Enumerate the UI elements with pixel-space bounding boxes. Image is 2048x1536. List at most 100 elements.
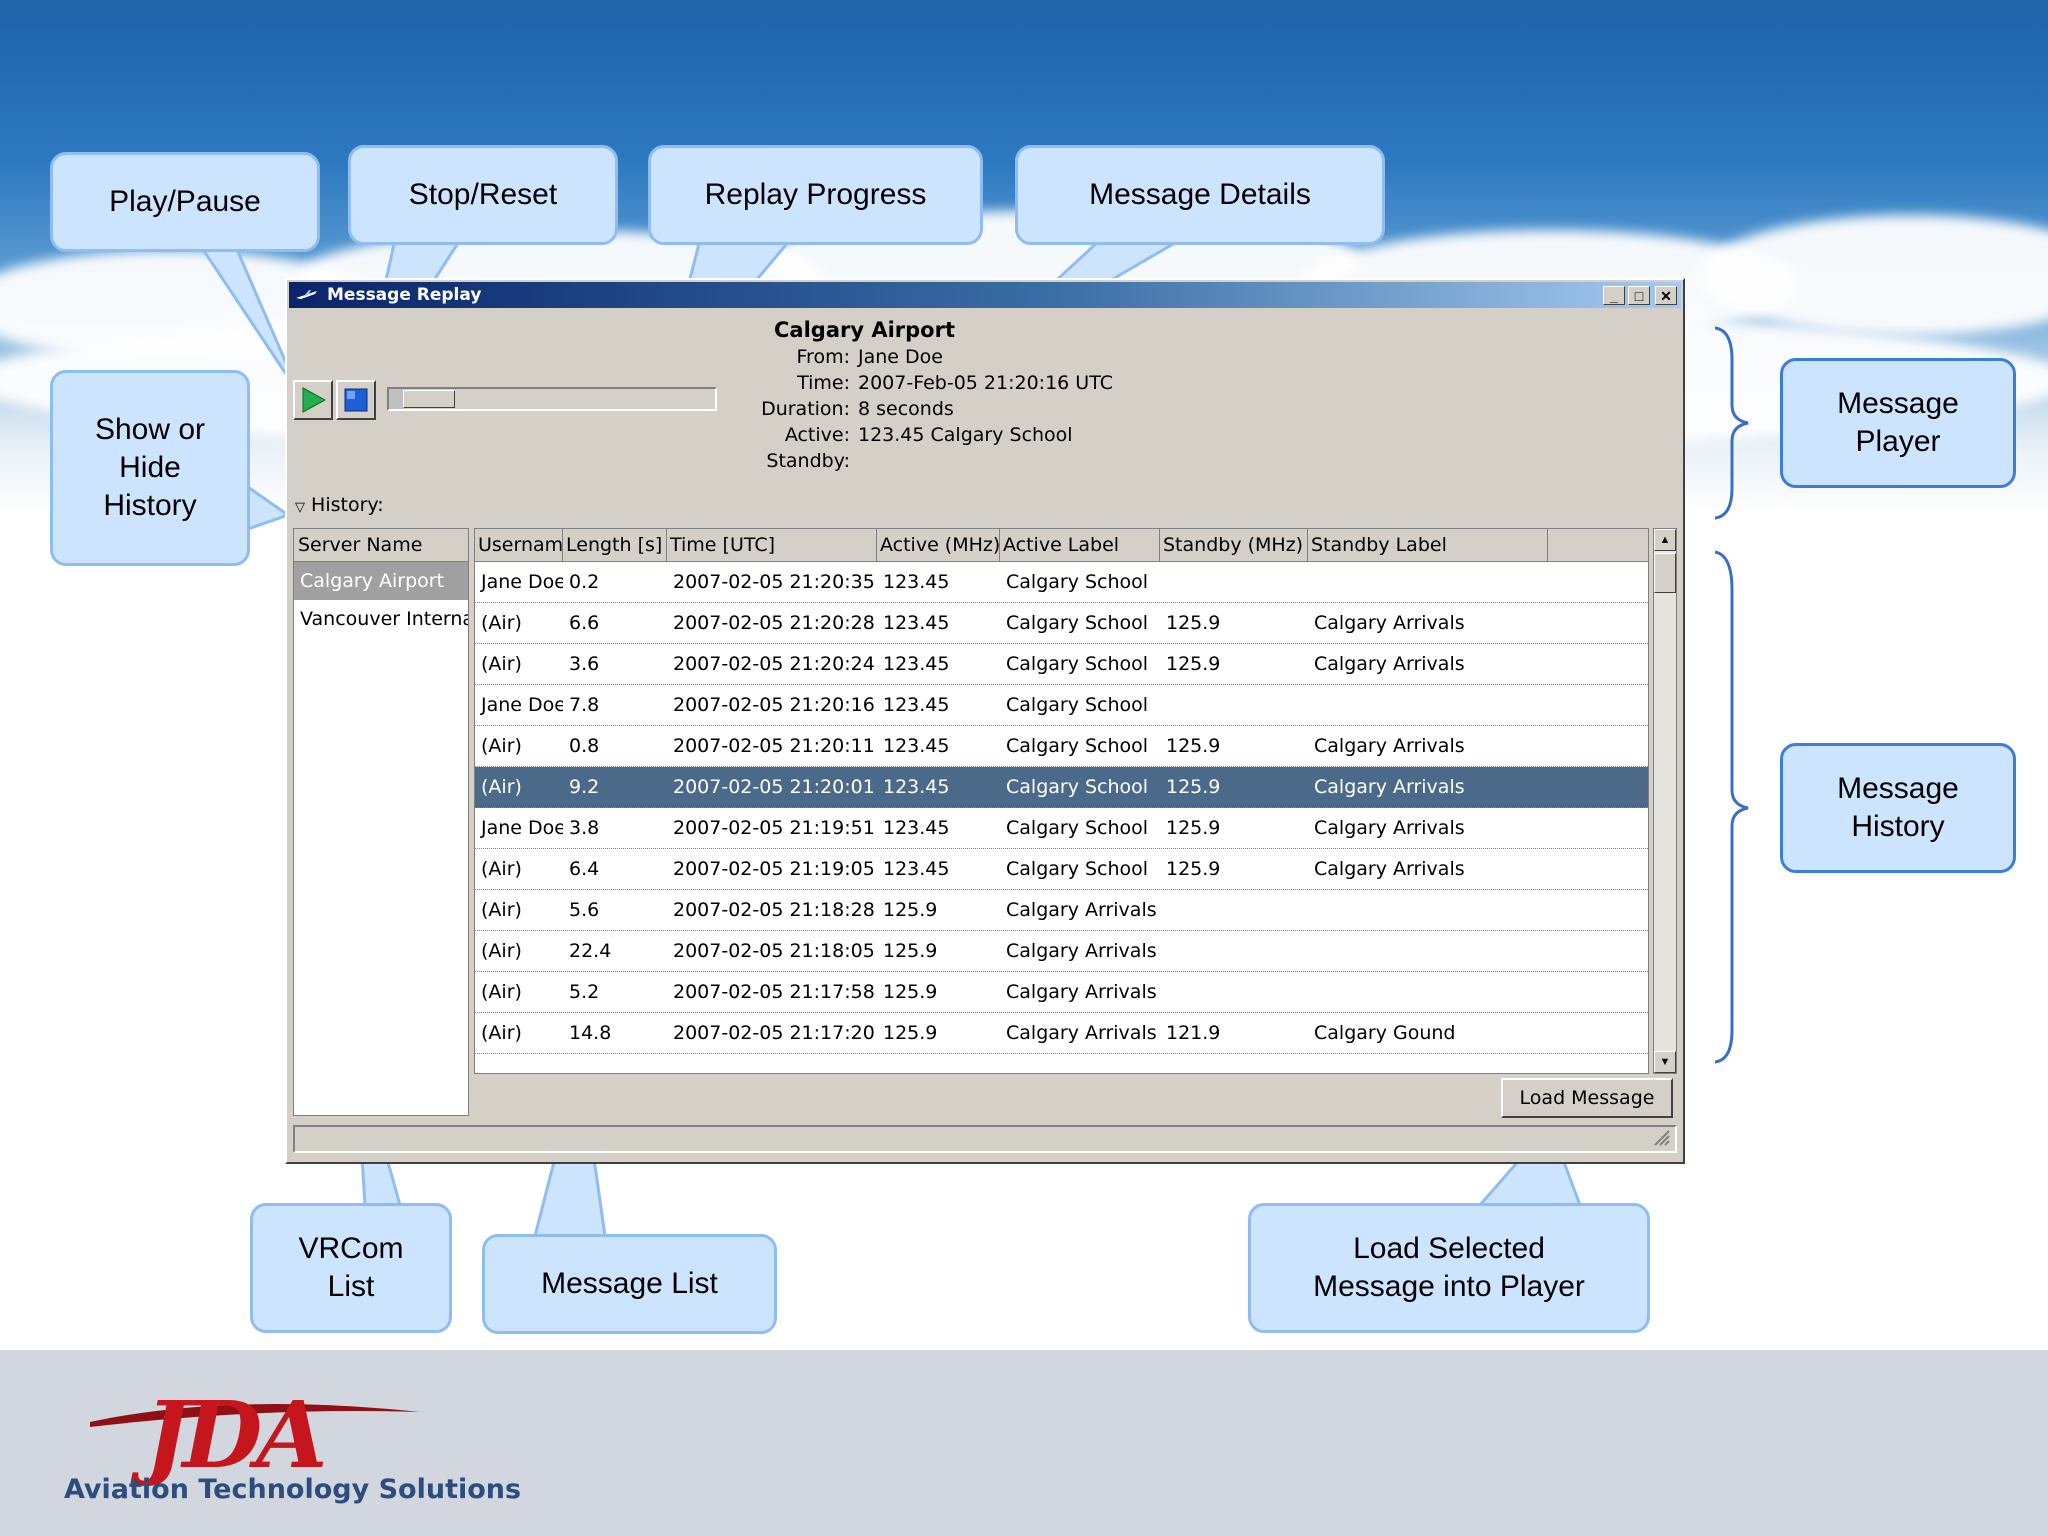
- message-list[interactable]: UsernameLength [s]Time [UTC]Active (MHz)…: [474, 528, 1649, 1074]
- table-cell: Calgary School: [1006, 817, 1149, 839]
- table-cell: Calgary Arrivals: [1314, 653, 1465, 675]
- table-cell: 123.45: [883, 817, 950, 839]
- table-cell: Calgary School: [1006, 776, 1149, 798]
- table-cell: 125.9: [883, 981, 938, 1003]
- table-cell: Calgary School: [1006, 735, 1149, 757]
- callout-message-details: Message Details: [1015, 145, 1385, 245]
- table-row[interactable]: Jane Doe 0.2 2007-02-05 21:20:35 123.45 Calg…: [475, 562, 1648, 603]
- column-header[interactable]: Username: [475, 529, 563, 561]
- logo-lettering: JDA: [130, 1381, 323, 1489]
- scroll-thumb[interactable]: [1654, 553, 1676, 593]
- table-cell: 9.2: [569, 776, 600, 798]
- message-replay-window: Message Replay _ □ ✕ Calgary Airport Fro…: [285, 278, 1685, 1164]
- column-header[interactable]: Standby Label: [1308, 529, 1548, 561]
- maximize-button[interactable]: □: [1628, 286, 1650, 305]
- table-row[interactable]: (Air) 22.4 2007-02-05 21:18:05 125.9 Calgary…: [475, 931, 1648, 972]
- table-cell: 123.45: [883, 776, 950, 798]
- vrcom-server-list[interactable]: Server Name Calgary Airport Vancouver Int…: [293, 528, 469, 1116]
- column-header[interactable]: Active Label: [1000, 529, 1160, 561]
- table-row[interactable]: Jane Doe 7.8 2007-02-05 21:20:16 123.45 Calg…: [475, 685, 1648, 726]
- minimize-button[interactable]: _: [1603, 286, 1625, 305]
- table-cell: 2007-02-05 21:18:28: [673, 899, 875, 921]
- table-cell: 2007-02-05 21:20:16: [673, 694, 875, 716]
- table-cell: Calgary School: [1006, 858, 1149, 880]
- table-cell: [1308, 685, 1548, 725]
- table-cell: 125.9: [1166, 776, 1221, 798]
- server-list-item[interactable]: Calgary Airport: [294, 562, 468, 600]
- details-row-time: Time: 2007-Feb-05 21:20:16 UTC: [797, 372, 1113, 394]
- table-row[interactable]: (Air) 5.6 2007-02-05 21:18:28 125.9 Calgary …: [475, 890, 1648, 931]
- table-cell: 125.9: [1166, 817, 1221, 839]
- column-header[interactable]: Active (MHz): [877, 529, 1000, 561]
- table-cell: 2007-02-05 21:20:35: [673, 571, 875, 593]
- table-cell: Calgary School: [1006, 694, 1149, 716]
- table-cell: (Air): [481, 940, 522, 962]
- table-row[interactable]: (Air) 14.8 2007-02-05 21:17:20 125.9 Calgary…: [475, 1013, 1648, 1054]
- table-cell: (Air): [481, 776, 522, 798]
- callout-vrcom-list: VRCom List: [250, 1203, 452, 1333]
- table-row[interactable]: (Air) 3.6 2007-02-05 21:20:24 123.45 Calgary…: [475, 644, 1648, 685]
- table-cell: [1160, 931, 1308, 971]
- table-cell: Calgary Arrivals: [1006, 899, 1157, 921]
- resize-grip-icon[interactable]: [1651, 1127, 1671, 1147]
- table-cell: Calgary Arrivals: [1314, 858, 1465, 880]
- table-cell: (Air): [481, 1022, 522, 1044]
- load-message-button[interactable]: Load Message: [1501, 1078, 1673, 1118]
- company-tagline: Aviation Technology Solutions: [64, 1474, 522, 1505]
- details-airport: Calgary Airport: [774, 318, 956, 342]
- history-toggle-label: History:: [311, 494, 384, 516]
- table-row[interactable]: (Air) 0.8 2007-02-05 21:20:11 123.45 Calgary…: [475, 726, 1648, 767]
- callout-stop-reset: Stop/Reset: [348, 145, 618, 245]
- scroll-up-arrow-icon[interactable]: ▲: [1654, 529, 1676, 551]
- table-cell: [1308, 890, 1548, 930]
- table-row[interactable]: (Air) 5.2 2007-02-05 21:17:58 125.9 Calgary …: [475, 972, 1648, 1013]
- table-cell: 123.45: [883, 694, 950, 716]
- callout-show-hide-history: Show or Hide History: [50, 370, 250, 566]
- message-details: Calgary Airport From: Jane Doe Time: 2007-…: [732, 318, 1113, 474]
- replay-progress-thumb[interactable]: [403, 390, 455, 408]
- table-cell: (Air): [481, 981, 522, 1003]
- table-cell: (Air): [481, 899, 522, 921]
- table-cell: 0.8: [569, 735, 600, 757]
- table-cell: 125.9: [883, 899, 938, 921]
- scroll-down-arrow-icon[interactable]: ▼: [1654, 1051, 1676, 1073]
- table-cell: [1308, 972, 1548, 1012]
- table-row[interactable]: (Air) 9.2 2007-02-05 21:20:01 123.45 Calgary…: [475, 767, 1648, 808]
- callout-message-history: Message History: [1780, 743, 2016, 873]
- table-cell: 125.9: [883, 1022, 938, 1044]
- message-list-scrollbar[interactable]: ▲ ▼: [1653, 528, 1677, 1074]
- column-header[interactable]: Length [s]: [563, 529, 667, 561]
- message-list-header: UsernameLength [s]Time [UTC]Active (MHz)…: [475, 529, 1648, 562]
- server-list-item[interactable]: Vancouver International: [294, 600, 468, 638]
- table-cell: (Air): [481, 858, 522, 880]
- play-pause-button[interactable]: [293, 380, 333, 420]
- play-icon: [302, 387, 327, 413]
- replay-progress-slider[interactable]: [387, 387, 717, 411]
- table-cell: 7.8: [569, 694, 600, 716]
- table-cell: 123.45: [883, 653, 950, 675]
- table-cell: 125.9: [1166, 612, 1221, 634]
- table-row[interactable]: Jane Doe 3.8 2007-02-05 21:19:51 123.45 Calg…: [475, 808, 1648, 849]
- history-toggle[interactable]: ▽ History:: [295, 494, 384, 516]
- table-row[interactable]: (Air) 6.6 2007-02-05 21:20:28 123.45 Calgary…: [475, 603, 1648, 644]
- column-header[interactable]: Time [UTC]: [667, 529, 877, 561]
- server-name-header[interactable]: Server Name: [294, 529, 468, 562]
- table-row[interactable]: (Air) 6.4 2007-02-05 21:19:05 123.45 Calgary…: [475, 849, 1648, 890]
- table-cell: 2007-02-05 21:18:05: [673, 940, 875, 962]
- table-cell: 2007-02-05 21:20:24: [673, 653, 875, 675]
- table-cell: 123.45: [883, 858, 950, 880]
- table-cell: Calgary School: [1006, 653, 1149, 675]
- details-row-active: Active: 123.45 Calgary School: [784, 424, 1073, 446]
- table-cell: 125.9: [1166, 735, 1221, 757]
- column-header[interactable]: Standby (MHz): [1160, 529, 1308, 561]
- table-cell: 2007-02-05 21:17:58: [673, 981, 875, 1003]
- table-cell: 121.9: [1166, 1022, 1221, 1044]
- callout-load-selected: Load Selected Message into Player: [1248, 1203, 1650, 1333]
- table-cell: 2007-02-05 21:19:51: [673, 817, 875, 839]
- title-bar[interactable]: Message Replay _ □ ✕: [289, 282, 1681, 308]
- table-cell: Jane Doe: [481, 694, 563, 716]
- table-cell: 2007-02-05 21:17:20: [673, 1022, 875, 1044]
- table-cell: 125.9: [1166, 858, 1221, 880]
- stop-reset-button[interactable]: [336, 380, 376, 420]
- close-button[interactable]: ✕: [1655, 286, 1677, 305]
